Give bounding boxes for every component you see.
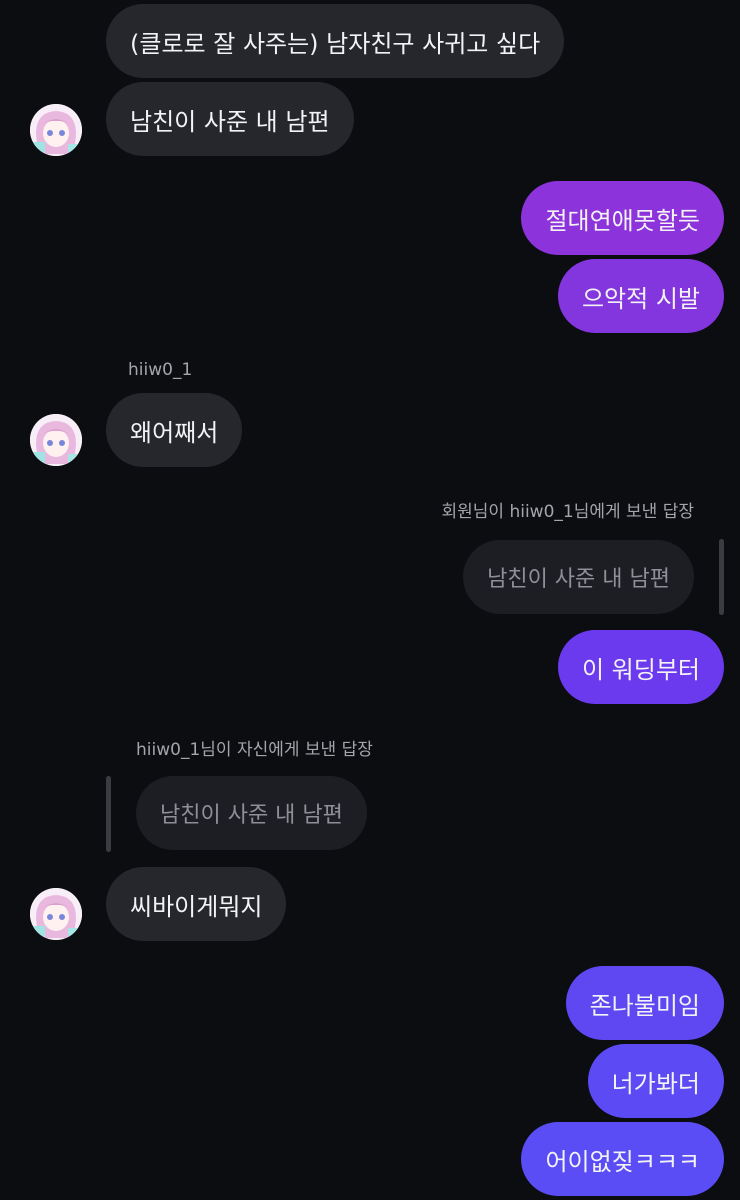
message-text: 어이없짖ㅋㅋㅋ [545,1147,700,1176]
sender-avatar-icon[interactable] [30,104,82,156]
reply-label: hiiw0_1님이 자신에게 보낸 답장 [136,740,373,760]
message-text: 이 워딩부터 [581,655,700,684]
outgoing-message-bubble[interactable]: 어이없짖ㅋㅋㅋ [521,1122,724,1196]
outgoing-message-bubble[interactable]: 으악적 시발 [557,259,724,333]
sender-name: hiiw0_1 [128,360,193,380]
message-text: (클로로 잘 사주는) 남자친구 사귀고 싶다 [130,29,541,58]
quote-indicator-bar [719,539,724,615]
incoming-message-bubble[interactable]: (클로로 잘 사주는) 남자친구 사귀고 싶다 [106,4,565,78]
quoted-message[interactable]: 남친이 사준 내 남편 [463,540,694,614]
message-text: 씨바이게뭐지 [130,892,263,921]
quoted-message-text: 남친이 사준 내 남편 [160,803,343,828]
outgoing-message-bubble[interactable]: 너가봐더 [587,1044,724,1118]
message-text: 존나불미임 [589,991,700,1020]
sender-avatar-icon[interactable] [30,414,82,466]
message-text: 너가봐더 [611,1069,700,1098]
reply-label: 회원님이 hiiw0_1님에게 보낸 답장 [441,502,694,522]
message-text: 으악적 시발 [581,284,700,313]
incoming-message-bubble[interactable]: 씨바이게뭐지 [106,867,287,941]
outgoing-message-bubble[interactable]: 절대연애못할듯 [521,181,724,255]
incoming-message-bubble[interactable]: 남친이 사준 내 남편 [106,82,354,156]
quoted-message-text: 남친이 사준 내 남편 [487,567,670,592]
sender-avatar-icon[interactable] [30,888,82,940]
quote-indicator-bar [106,776,111,852]
message-text: 남친이 사준 내 남편 [130,107,330,136]
incoming-message-bubble[interactable]: 왜어째서 [106,393,243,467]
outgoing-message-bubble[interactable]: 존나불미임 [565,966,724,1040]
message-text: 절대연애못할듯 [545,206,700,235]
message-text: 왜어째서 [130,418,219,447]
outgoing-message-bubble[interactable]: 이 워딩부터 [557,630,724,704]
quoted-message[interactable]: 남친이 사준 내 남편 [136,776,367,850]
